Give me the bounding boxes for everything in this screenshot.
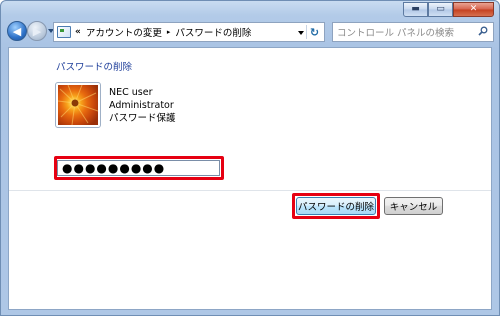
button-highlight-box <box>292 193 380 219</box>
user-role: Administrator <box>109 100 174 111</box>
password-highlight-box <box>54 156 224 180</box>
maximize-button[interactable]: ▭ <box>428 2 453 17</box>
control-panel-window: ▬ ▭ ✕ ◀ ▶ « アカウントの変更 ▸ パスワードの削除 ↻ コントロール… <box>0 0 500 316</box>
caption-buttons: ▬ ▭ ✕ <box>403 2 494 17</box>
user-info: NEC user Administrator パスワード保護 <box>109 86 176 125</box>
search-input[interactable]: コントロール パネルの検索 <box>332 22 494 42</box>
forward-arrow-icon: ▶ <box>32 24 42 38</box>
back-arrow-icon: ◀ <box>12 24 22 38</box>
close-button[interactable]: ✕ <box>453 2 494 17</box>
refresh-icon[interactable]: ↻ <box>306 25 322 39</box>
user-password-status: パスワード保護 <box>109 113 176 124</box>
main-panel: パスワードの削除 NEC user Administrator パスワード保護 … <box>8 47 492 310</box>
title-bar: ▬ ▭ ✕ <box>1 1 499 17</box>
divider <box>9 190 491 191</box>
search-icon[interactable] <box>478 26 488 36</box>
forward-button[interactable]: ▶ <box>27 21 47 41</box>
search-placeholder: コントロール パネルの検索 <box>337 28 455 39</box>
breadcrumb-overflow-icon[interactable]: « <box>75 27 81 37</box>
user-name: NEC user <box>109 87 153 98</box>
breadcrumb-remove-password[interactable]: パスワードの削除 <box>175 25 251 39</box>
breadcrumb-account-change[interactable]: アカウントの変更 <box>86 25 162 39</box>
flower-picture-icon <box>58 85 98 125</box>
address-dropdown-icon[interactable] <box>298 31 304 35</box>
user-avatar <box>55 82 101 128</box>
control-panel-icon <box>57 26 71 38</box>
navigation-bar: ◀ ▶ « アカウントの変更 ▸ パスワードの削除 ↻ コントロール パネルの検… <box>1 18 499 46</box>
back-button[interactable]: ◀ <box>7 21 27 41</box>
minimize-button[interactable]: ▬ <box>403 2 428 17</box>
cancel-button[interactable]: キャンセル <box>384 197 443 215</box>
page-title: パスワードの削除 <box>56 62 133 73</box>
address-bar[interactable]: « アカウントの変更 ▸ パスワードの削除 ↻ <box>53 22 325 42</box>
breadcrumb-separator-icon[interactable]: ▸ <box>167 28 171 36</box>
